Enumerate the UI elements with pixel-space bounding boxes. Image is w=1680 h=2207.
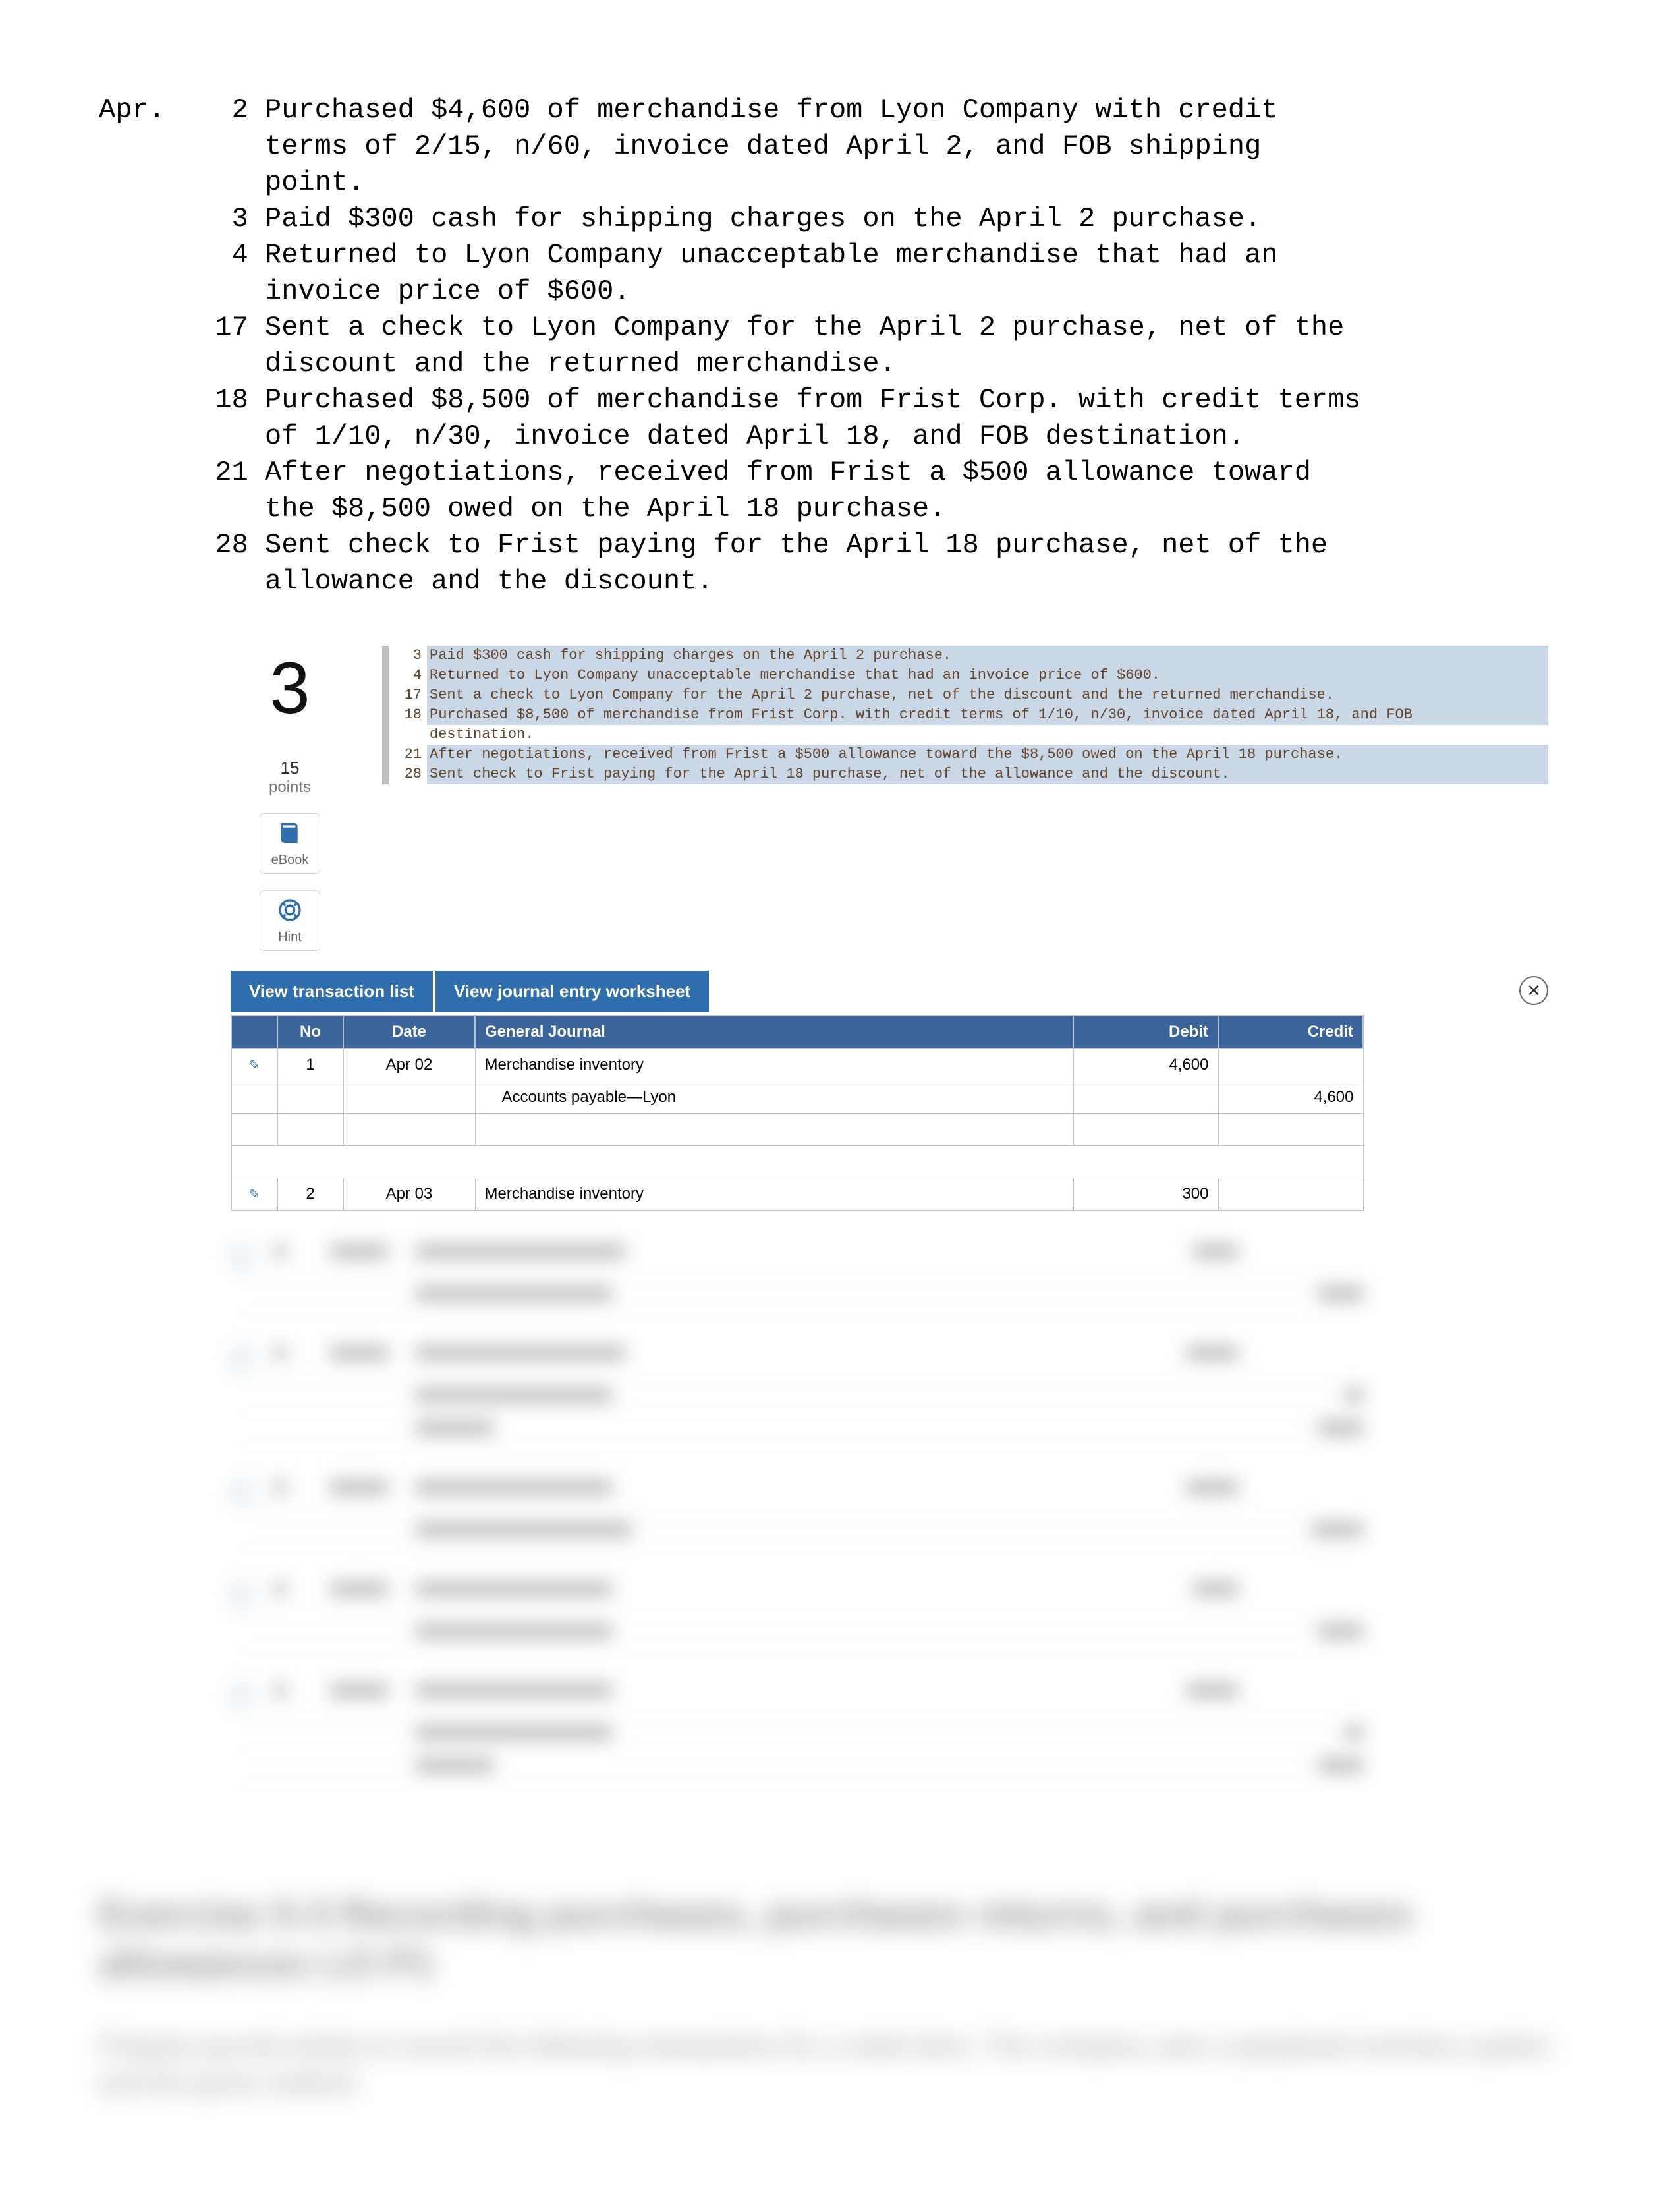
tab-transaction-list[interactable]: View transaction list [231,971,433,1012]
edit-icon[interactable]: ✎ [249,1188,260,1202]
question-number: 3 [231,639,349,731]
snippet-row: 4Returned to Lyon Company unacceptable m… [382,666,1548,685]
book-icon [277,820,303,846]
next-exercise-title: Exercise 5-3 Recording purchases, purcha… [99,1889,1555,1988]
col-gj: General Journal [475,1016,1073,1048]
snippet-row: 18Purchased $8,500 of merchandise from F… [382,705,1548,725]
ebook-label: eBook [271,853,309,868]
journal-row[interactable]: Accounts payable—Lyon4,600 [231,1081,1363,1114]
transaction-list-text: Apr. 2 Purchased $4,600 of merchandise f… [99,92,1581,600]
col-date: Date [343,1016,475,1048]
journal-row[interactable] [231,1114,1363,1146]
edit-icon[interactable]: ✎ [249,1058,260,1073]
snippet-row: destination. [382,725,1548,745]
snippet-row: 3Paid $300 cash for shipping charges on … [382,646,1548,666]
col-credit: Credit [1218,1016,1363,1048]
blurred-journal-rows [231,1237,1364,1784]
hint-button[interactable]: Hint [260,890,320,951]
points-label: points [269,778,311,796]
tab-journal-entry-worksheet[interactable]: View journal entry worksheet [435,971,709,1012]
hint-label: Hint [278,930,302,945]
journal-row[interactable]: ✎2Apr 03Merchandise inventory300 [231,1178,1363,1211]
journal-row[interactable]: ✎1Apr 02Merchandise inventory4,600 [231,1048,1363,1081]
snippet-row: 17Sent a check to Lyon Company for the A… [382,685,1548,705]
col-debit: Debit [1073,1016,1218,1048]
life-ring-icon [277,897,303,923]
snippet-row: 21After negotiations, received from Fris… [382,745,1548,764]
next-exercise-text: Prepare journal entries to record the fo… [99,2028,1555,2102]
ebook-button[interactable]: eBook [260,813,320,874]
close-icon[interactable]: ✕ [1519,976,1548,1005]
snippet-row: 28Sent check to Frist paying for the Apr… [382,764,1548,784]
points-value: 15 [231,758,349,778]
col-no: No [277,1016,343,1048]
problem-snippet: 3Paid $300 cash for shipping charges on … [382,646,1548,784]
journal-table: No Date General Journal Debit Credit ✎1A… [231,1015,1364,1211]
